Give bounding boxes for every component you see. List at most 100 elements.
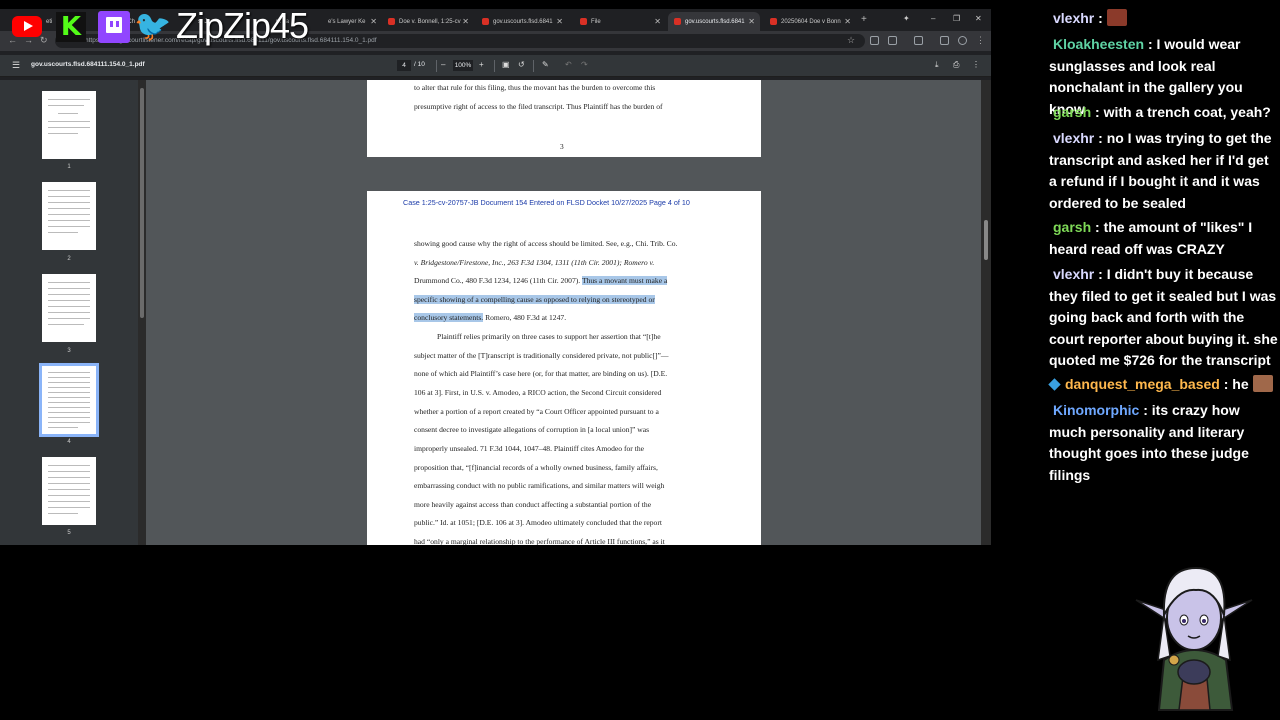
pdf-viewer: to alter that rule for this filing, thus…: [146, 80, 981, 545]
thumbnail-page-2[interactable]: [42, 182, 96, 250]
close-icon[interactable]: ✕: [370, 17, 377, 26]
zoom-input[interactable]: 100%: [453, 60, 473, 71]
viewer-scrollbar[interactable]: [981, 80, 991, 545]
browser-window: eti t Ch s. Ja nt Ja e's Lawyer Ke✕ Doe …: [0, 9, 991, 545]
close-icon[interactable]: ✕: [556, 17, 563, 26]
sparkle-icon[interactable]: ✦: [903, 14, 910, 23]
undo-icon[interactable]: ↶: [565, 60, 572, 69]
download-icon[interactable]: ⤓: [935, 60, 939, 70]
close-window-icon[interactable]: ✕: [975, 14, 982, 23]
chat-message: Kinomorphic : its crazy how much persona…: [1049, 400, 1280, 486]
chat-message: danquest_mega_based : he: [1048, 374, 1280, 396]
more-options-icon[interactable]: ⋮: [972, 60, 980, 69]
tab-label: gov.uscourts.flsd.6841: [685, 18, 745, 25]
chat-username: garsh: [1053, 104, 1092, 120]
pdf-page-3: to alter that rule for this filing, thus…: [367, 80, 761, 157]
close-icon[interactable]: ✕: [844, 17, 851, 26]
bookmark-star-icon[interactable]: ☆: [847, 35, 855, 46]
pdf-page-4: Case 1:25-cv-20757-JB Document 154 Enter…: [367, 191, 761, 545]
tab-active[interactable]: gov.uscourts.flsd.6841 ✕: [668, 12, 760, 31]
extension-icon[interactable]: [940, 36, 949, 45]
text-line: 106 at 3]. First, in U.S. v. Amodeo, a R…: [414, 388, 662, 397]
close-icon[interactable]: ✕: [748, 17, 755, 26]
zoom-out-icon[interactable]: –: [441, 60, 445, 69]
chat-text: :: [1098, 10, 1103, 26]
tab-7[interactable]: gov.uscourts.flsd.6841 ✕: [476, 12, 568, 31]
pdf-icon: [674, 18, 681, 25]
thumbnail-page-4-selected[interactable]: [39, 363, 99, 437]
chat-message: vlexhr : I didn't buy it because they fi…: [1049, 264, 1280, 372]
sidebar-scrollbar[interactable]: [138, 80, 146, 545]
thumbnail-page-1[interactable]: [42, 91, 96, 159]
text-line: improperly unsealed. 71 F.3d 1044, 1047–…: [414, 444, 644, 453]
chat-message: vlexhr : no I was trying to get the tran…: [1049, 128, 1280, 214]
text-line: v. Bridgestone/Firestone, Inc., 263 F.3d…: [414, 258, 655, 267]
tab-5[interactable]: e's Lawyer Ke ✕: [322, 12, 382, 31]
scrollbar-thumb[interactable]: [984, 220, 988, 260]
text-line: had “only a marginal relationship to the…: [414, 537, 665, 545]
pdf-icon: [770, 18, 777, 25]
docket-header: Case 1:25-cv-20757-JB Document 154 Enter…: [403, 198, 690, 207]
reload-icon[interactable]: ↻: [40, 35, 48, 46]
pdf-toolbar: ☰ gov.uscourts.flsd.684111.154.0_1.pdf 4…: [0, 55, 991, 77]
sidepanel-icon[interactable]: [914, 36, 923, 45]
scrollbar-thumb[interactable]: [140, 88, 144, 318]
kebab-menu-icon[interactable]: ⋮: [976, 35, 985, 46]
divider: [436, 60, 437, 72]
twitter-bird-icon: 🐦: [134, 9, 172, 44]
tab-6[interactable]: Doe v. Bonnell, 1:25-cv ✕: [382, 12, 474, 31]
tab-label: File: [591, 18, 601, 25]
chat-message: garsh : with a trench coat, yeah?: [1049, 102, 1280, 124]
chat-username: danquest_mega_based: [1065, 376, 1220, 392]
tab-8[interactable]: File ✕: [574, 12, 666, 31]
zoom-in-icon[interactable]: +: [479, 60, 484, 69]
pdf-filename: gov.uscourts.flsd.684111.154.0_1.pdf: [31, 61, 145, 68]
minimize-icon[interactable]: –: [931, 14, 935, 23]
text-line: Plaintiff relies primarily on three case…: [437, 332, 661, 341]
thumbnail-page-3[interactable]: [42, 274, 96, 342]
annotate-icon[interactable]: ✎: [542, 60, 549, 69]
maximize-icon[interactable]: ❐: [953, 14, 960, 23]
chat-text: : he: [1223, 376, 1249, 392]
kick-logo: K: [56, 12, 86, 42]
chat-message: garsh : the amount of "likes" I heard re…: [1049, 217, 1280, 260]
chat-username: vlexhr: [1053, 130, 1095, 146]
chat-panel: vlexhr : Kloakheesten : I would wear sun…: [1048, 0, 1280, 483]
print-icon[interactable]: ⎙: [953, 60, 959, 70]
text-line: proposition that, “[f]inancial records o…: [414, 463, 658, 472]
page-number-input[interactable]: 4: [397, 60, 411, 71]
extension-icon[interactable]: [888, 36, 897, 45]
tab-10[interactable]: 20250604 Doe v Bonn ✕: [764, 12, 856, 31]
emote-icon: [1252, 375, 1273, 392]
new-tab-icon[interactable]: +: [861, 14, 867, 25]
text-line: Drummond Co., 480 F.3d 1234, 1246 (11th …: [414, 276, 668, 285]
streamer-handle: ZipZip45: [176, 5, 309, 46]
close-icon[interactable]: ✕: [654, 17, 661, 26]
chat-text: : with a trench coat, yeah?: [1095, 104, 1271, 120]
emote-icon: [1106, 9, 1127, 26]
thumbnail-number: 4: [67, 439, 71, 445]
thumbnail-number: 3: [67, 348, 71, 354]
highlighted-text: conclusory statements.: [414, 313, 484, 322]
close-icon[interactable]: ✕: [462, 17, 469, 26]
pdf-icon: [482, 18, 489, 25]
highlighted-text: Thus a movant must make a: [581, 276, 668, 285]
text-line: to alter that rule for this filing, thus…: [414, 83, 656, 92]
pdf-icon: [580, 18, 587, 25]
menu-icon[interactable]: ☰: [12, 60, 20, 71]
redo-icon[interactable]: ↷: [581, 60, 588, 69]
rotate-icon[interactable]: ↺: [518, 60, 525, 69]
highlighted-text: specific showing of a compelling cause a…: [414, 295, 655, 304]
text-line: subject matter of the [T]ranscript is tr…: [414, 351, 669, 360]
text-line: more heavily against access than conduct…: [414, 500, 652, 509]
divider: [494, 60, 495, 72]
thumbnail-sidebar: 1 2 3 4 5: [0, 80, 138, 545]
text-span: Drummond Co., 480 F.3d 1234, 1246 (11th …: [414, 276, 581, 285]
fit-page-icon[interactable]: ▣: [502, 60, 510, 69]
thumbnail-page-5[interactable]: [42, 457, 96, 525]
tab-label: e's Lawyer Ke: [328, 18, 366, 25]
extension-icon[interactable]: [870, 36, 879, 45]
text-line: whether a portion of a report created by…: [414, 407, 659, 416]
thumbnail-number: 5: [67, 530, 71, 536]
profile-icon[interactable]: [958, 36, 967, 45]
